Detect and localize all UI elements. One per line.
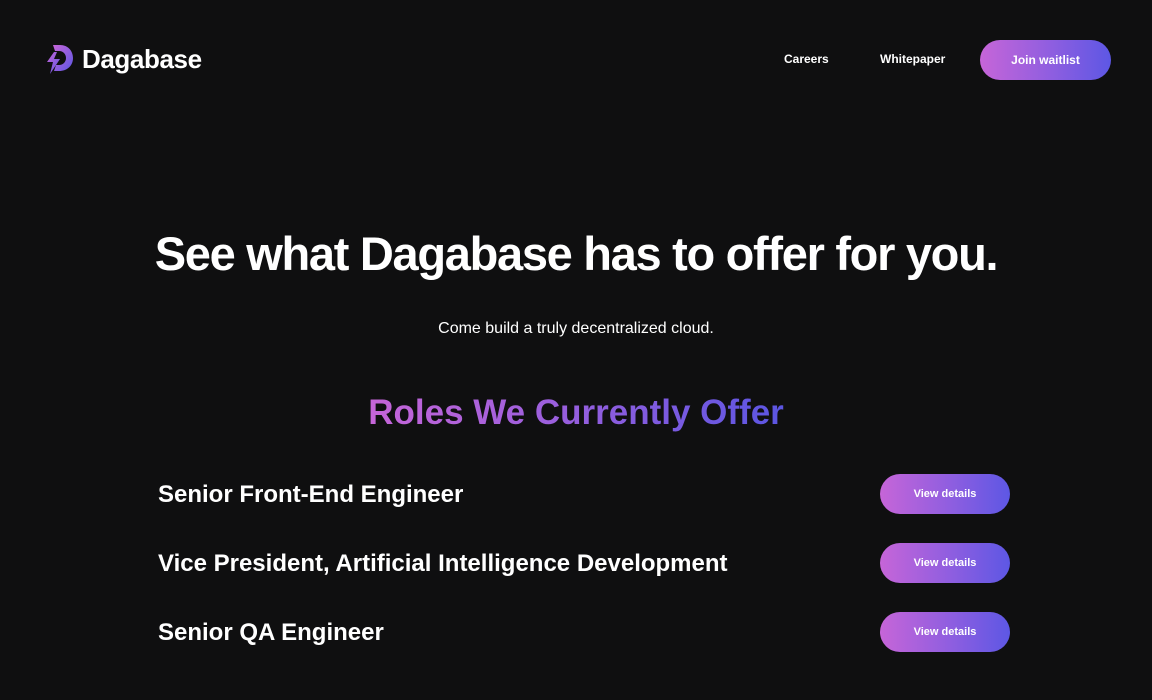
role-title: Senior Front-End Engineer — [158, 481, 464, 508]
role-row: Senior QA Engineer View details — [158, 612, 1010, 652]
role-title: Senior QA Engineer — [158, 619, 384, 646]
hero-title: See what Dagabase has to offer for you. — [154, 227, 999, 280]
join-waitlist-button[interactable]: Join waitlist — [980, 40, 1111, 80]
roles-heading: Roles We Currently Offer — [0, 393, 1152, 433]
view-details-button[interactable]: View details — [880, 543, 1010, 583]
role-row: Vice President, Artificial Intelligence … — [158, 543, 1010, 583]
nav-link-careers[interactable]: Careers — [784, 52, 829, 66]
brand-name: Dagabase — [82, 43, 202, 74]
role-row: Senior Front-End Engineer View details — [158, 474, 1010, 514]
view-details-button[interactable]: View details — [880, 612, 1010, 652]
dagabase-logo-icon — [44, 43, 74, 75]
roles-heading-text: Roles We Currently Offer — [368, 393, 784, 432]
role-title: Vice President, Artificial Intelligence … — [158, 550, 728, 577]
hero-subtitle: Come build a truly decentralized cloud. — [438, 320, 714, 337]
view-details-button[interactable]: View details — [880, 474, 1010, 514]
brand-logo-link[interactable]: Dagabase — [44, 43, 202, 75]
nav-link-whitepaper[interactable]: Whitepaper — [880, 52, 945, 66]
top-navigation: Dagabase Careers Whitepaper Join waitlis… — [0, 0, 1152, 120]
